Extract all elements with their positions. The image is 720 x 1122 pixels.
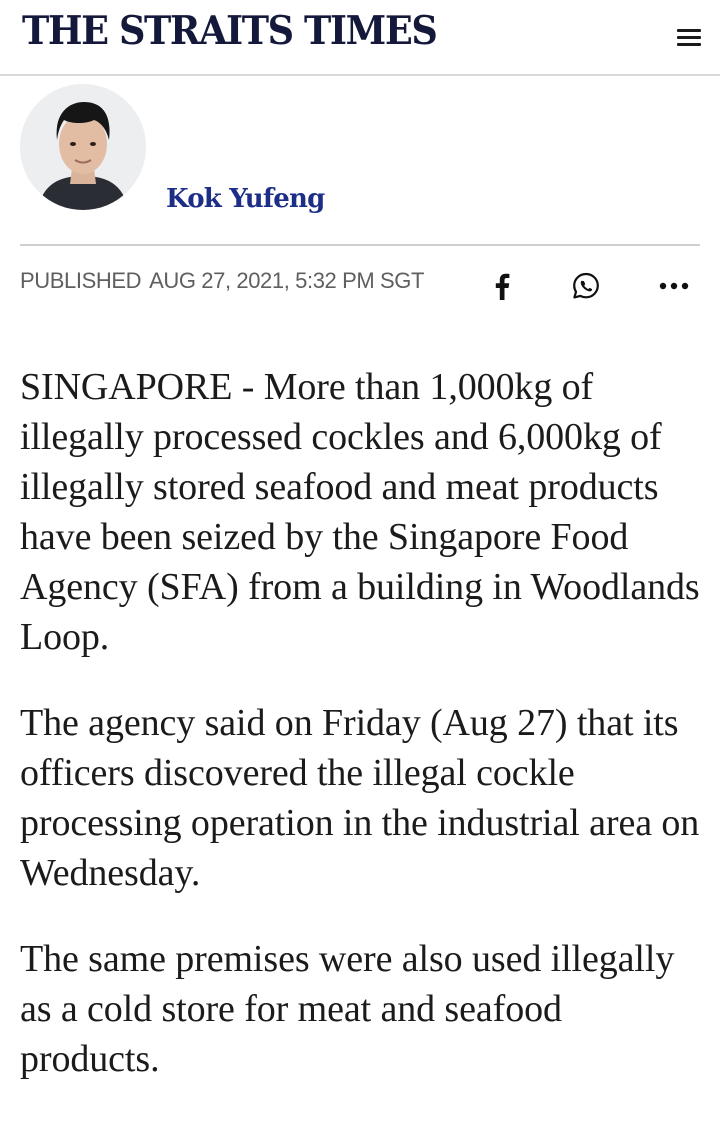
- article-paragraph: The same premises were also used illegal…: [20, 938, 675, 1080]
- article-paragraph: The agency said on Friday (Aug 27) that …: [20, 702, 700, 894]
- facebook-icon: [495, 273, 510, 300]
- avatar-portrait-icon: [20, 84, 146, 210]
- article-paragraph: SINGAPORE - More than 1,000kg of illegal…: [20, 366, 700, 658]
- article-meta-bar: PUBLISHED AUG 27, 2021, 5:32 PM SGT: [20, 266, 700, 306]
- site-logo[interactable]: THE STRAITS TIMES: [22, 8, 438, 54]
- author-byline: Kok Yufeng: [20, 84, 700, 246]
- more-options-button[interactable]: [654, 266, 694, 306]
- author-avatar[interactable]: [20, 84, 146, 210]
- published-date: AUG 27, 2021, 5:32 PM SGT: [149, 268, 425, 293]
- menu-line: [677, 29, 701, 32]
- whatsapp-share-button[interactable]: [566, 266, 606, 306]
- author-name-link[interactable]: Kok Yufeng: [166, 184, 325, 214]
- menu-line: [677, 36, 701, 39]
- more-icon: [659, 282, 689, 290]
- site-header: THE STRAITS TIMES: [0, 0, 720, 76]
- whatsapp-icon: [573, 272, 599, 299]
- menu-line: [677, 43, 701, 46]
- hamburger-menu-icon[interactable]: [672, 24, 706, 52]
- facebook-share-button[interactable]: [482, 266, 522, 306]
- published-label: PUBLISHED: [20, 268, 142, 293]
- published-timestamp: PUBLISHED AUG 27, 2021, 5:32 PM SGT: [20, 268, 424, 294]
- article-body: SINGAPORE - More than 1,000kg of illegal…: [20, 362, 702, 1120]
